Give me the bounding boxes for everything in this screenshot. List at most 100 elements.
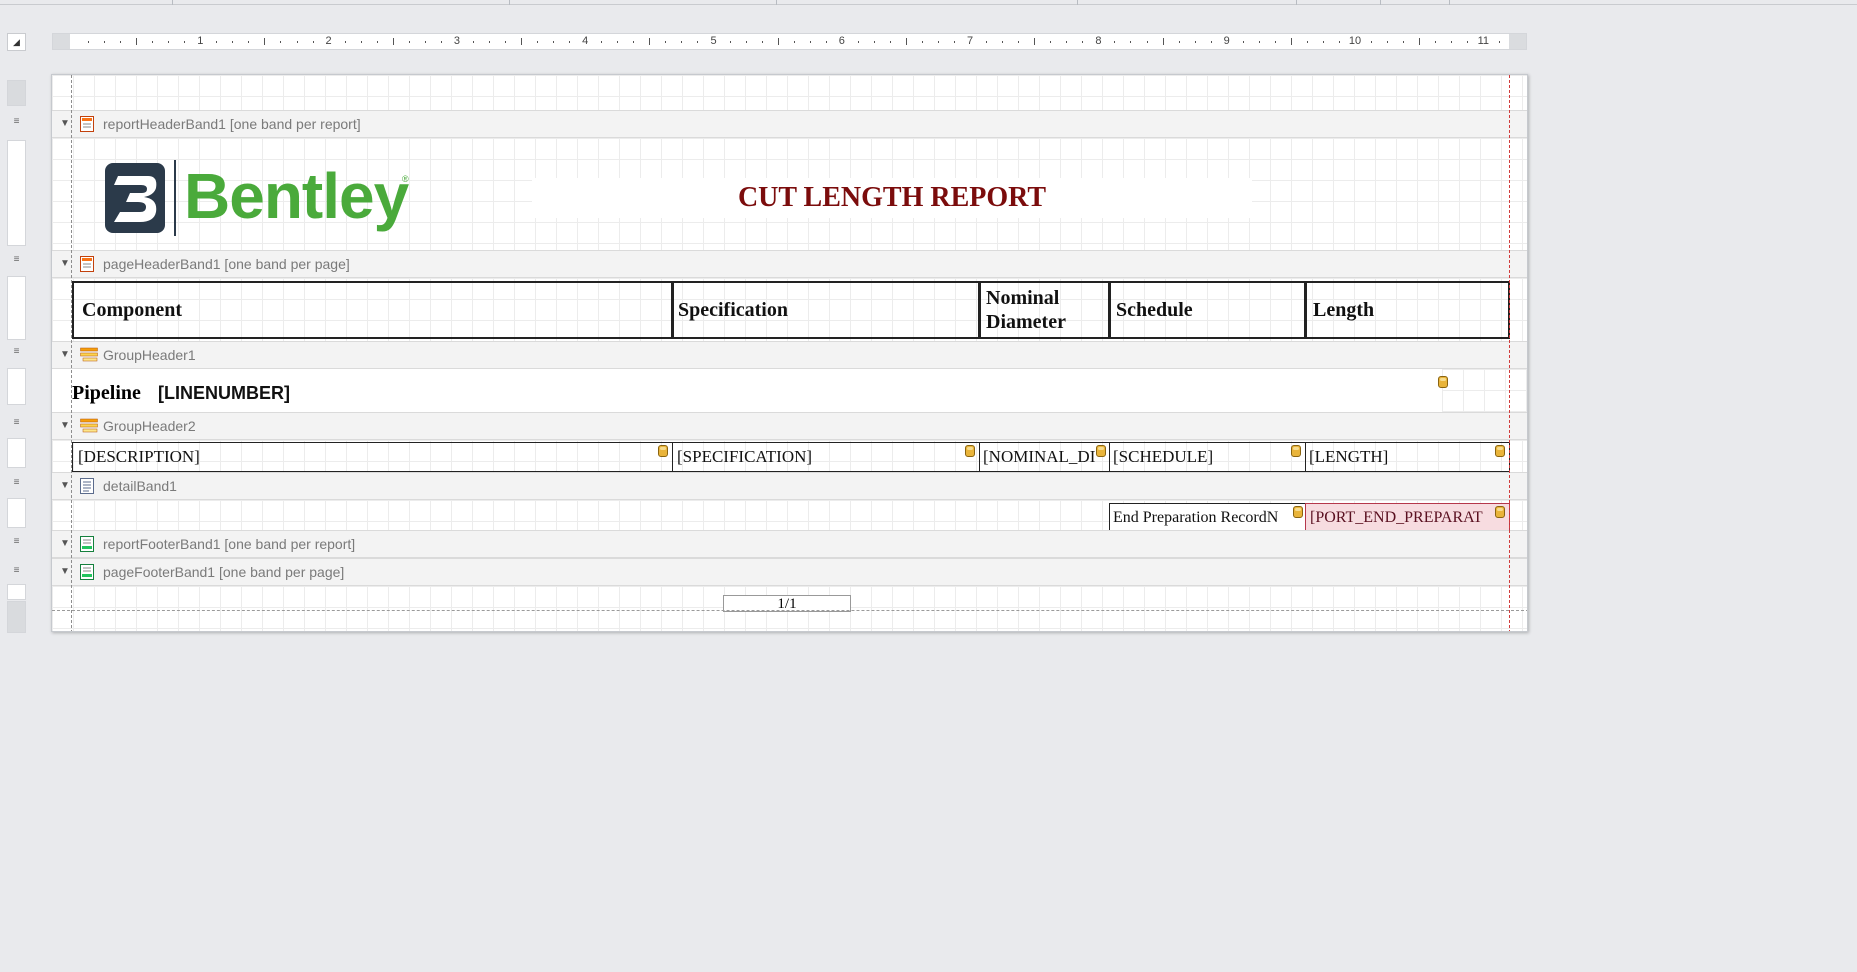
group-header2-band[interactable]: [DESCRIPTION] [SPECIFICATION] [NOMINAL_D…	[52, 440, 1527, 472]
data-binding-icon[interactable]	[658, 445, 668, 457]
ruler-tick	[649, 38, 651, 45]
vruler-grip[interactable]: ≡	[12, 255, 21, 265]
data-binding-icon[interactable]	[1293, 506, 1303, 518]
group-header1-band[interactable]: Pipeline [LINENUMBER]	[52, 369, 1527, 414]
end-preparation-label[interactable]: End Preparation RecordN	[1109, 503, 1306, 532]
description-field[interactable]: [DESCRIPTION]	[72, 442, 673, 472]
ruler-tick	[1194, 40, 1196, 43]
ruler-tick	[569, 40, 571, 43]
data-binding-icon[interactable]	[1495, 445, 1505, 457]
vruler-grip[interactable]: ≡	[12, 478, 21, 488]
vruler-grip[interactable]: ≡	[12, 117, 21, 127]
nominal-line-2: Diameter	[986, 311, 1066, 333]
vruler-grip[interactable]: ≡	[12, 347, 21, 357]
ruler-tick	[1322, 40, 1324, 43]
ruler-tick	[681, 40, 683, 43]
ruler-number: 7	[967, 35, 974, 47]
ruler-tick	[729, 40, 731, 43]
vertical-ruler[interactable]: ≡ ≡ ≡ ≡ ≡ ≡ ≡	[7, 76, 26, 635]
schedule-field[interactable]: [SCHEDULE]	[1109, 442, 1306, 472]
vruler-segment	[7, 584, 26, 600]
page-footer-band[interactable]: 1/1	[52, 586, 1527, 631]
left-margin-guide[interactable]	[71, 75, 72, 631]
detail-band[interactable]: End Preparation RecordN [PORT_END_PREPAR…	[52, 500, 1527, 532]
band-label: reportFooterBand1 [one band per report]	[103, 536, 356, 552]
ruler-tick	[537, 40, 539, 43]
collapse-triangle-icon[interactable]: ▼	[60, 111, 70, 137]
band-header-page-header[interactable]: ▼ pageHeaderBand1 [one band per page]	[52, 250, 1527, 278]
ruler-tick	[1066, 40, 1068, 43]
data-binding-icon[interactable]	[965, 445, 975, 457]
ruler-tick	[761, 40, 763, 43]
data-binding-icon[interactable]	[1291, 445, 1301, 457]
column-header-component[interactable]: Component	[72, 281, 673, 339]
vruler-grip[interactable]: ≡	[12, 537, 21, 547]
collapse-triangle-icon[interactable]: ▼	[60, 413, 70, 439]
collapse-triangle-icon[interactable]: ▼	[60, 473, 70, 499]
band-header-detail[interactable]: ▼ detailBand1	[52, 472, 1527, 500]
report-header-band-icon	[80, 116, 94, 132]
column-header-schedule[interactable]: Schedule	[1109, 281, 1306, 339]
ruler-tick	[905, 38, 907, 45]
ruler-tick	[633, 40, 635, 43]
column-header-specification[interactable]: Specification	[672, 281, 980, 339]
band-header-report-footer[interactable]: ▼ reportFooterBand1 [one band per report…	[52, 530, 1527, 558]
band-header-group-header1[interactable]: ▼ GroupHeader1	[52, 341, 1527, 369]
ruler-corner-button[interactable]: ◢	[7, 33, 26, 51]
column-header-nominal-diameter[interactable]: Nominal Diameter	[979, 281, 1110, 339]
port-end-preparation-field[interactable]: [PORT_END_PREPARAT	[1305, 503, 1510, 532]
vruler-grip[interactable]: ≡	[12, 566, 21, 576]
vruler-segment	[7, 276, 26, 340]
page-footer-band-icon	[80, 564, 94, 580]
length-field[interactable]: [LENGTH]	[1305, 442, 1510, 472]
vruler-segment	[7, 368, 26, 405]
data-binding-icon[interactable]	[1438, 376, 1448, 388]
collapse-triangle-icon[interactable]: ▼	[60, 531, 70, 557]
ruler-tick	[472, 40, 474, 43]
column-header-length[interactable]: Length	[1305, 281, 1510, 339]
report-title[interactable]: CUT LENGTH REPORT	[532, 178, 1252, 218]
data-binding-icon[interactable]	[1096, 445, 1106, 457]
ruler-tick	[938, 40, 940, 43]
horizontal-ruler[interactable]: 1 2 3 4 5 6 7 8 9 10 11	[52, 33, 1527, 50]
vruler-segment	[7, 601, 26, 633]
ruler-tick	[1242, 40, 1244, 43]
ruler-tick	[521, 38, 523, 45]
ruler-tick	[1146, 40, 1148, 43]
band-header-group-header2[interactable]: ▼ GroupHeader2	[52, 412, 1527, 440]
ruler-tick	[344, 40, 346, 43]
nominal-diameter-field[interactable]: [NOMINAL_DI	[979, 442, 1110, 472]
bottom-margin-line	[52, 610, 1527, 611]
report-header-band[interactable]: Bentley ® CUT LENGTH REPORT	[52, 138, 1527, 250]
data-binding-icon[interactable]	[1495, 506, 1505, 518]
vruler-grip[interactable]: ≡	[12, 418, 21, 428]
company-logo[interactable]: Bentley ®	[104, 160, 414, 236]
collapse-triangle-icon[interactable]: ▼	[60, 342, 70, 368]
page-header-band[interactable]: Component Specification Nominal Diameter…	[52, 278, 1527, 341]
pipeline-label[interactable]: Pipeline	[72, 377, 141, 409]
ruler-tick	[1451, 40, 1453, 43]
band-header-report-header[interactable]: ▼ reportHeaderBand1 [one band per report…	[52, 110, 1527, 138]
band-label: pageHeaderBand1 [one band per page]	[103, 256, 350, 272]
band-label: GroupHeader1	[103, 347, 196, 363]
band-label: reportHeaderBand1 [one band per report]	[103, 116, 361, 132]
ruler-number: 10	[1348, 35, 1362, 47]
ruler-number: 9	[1223, 35, 1230, 47]
right-margin-guide[interactable]	[1509, 75, 1510, 631]
ruler-tick	[1435, 40, 1437, 43]
ruler-tick	[1306, 40, 1308, 43]
group-header-band-icon	[80, 418, 98, 433]
logo-text: Bentley	[184, 160, 409, 232]
band-header-page-footer[interactable]: ▼ pageFooterBand1 [one band per page]	[52, 558, 1527, 586]
collapse-triangle-icon[interactable]: ▼	[60, 559, 70, 585]
band-label: GroupHeader2	[103, 418, 196, 434]
ruler-tick	[104, 40, 106, 43]
ruler-tick	[216, 40, 218, 43]
ruler-tick	[440, 40, 442, 43]
ruler-tick	[986, 40, 988, 43]
specification-field[interactable]: [SPECIFICATION]	[672, 442, 980, 472]
ruler-tick	[617, 40, 619, 43]
collapse-triangle-icon[interactable]: ▼	[60, 251, 70, 277]
report-design-surface[interactable]: ▼ reportHeaderBand1 [one band per report…	[51, 74, 1528, 632]
linenumber-field[interactable]: [LINENUMBER]	[158, 377, 290, 409]
